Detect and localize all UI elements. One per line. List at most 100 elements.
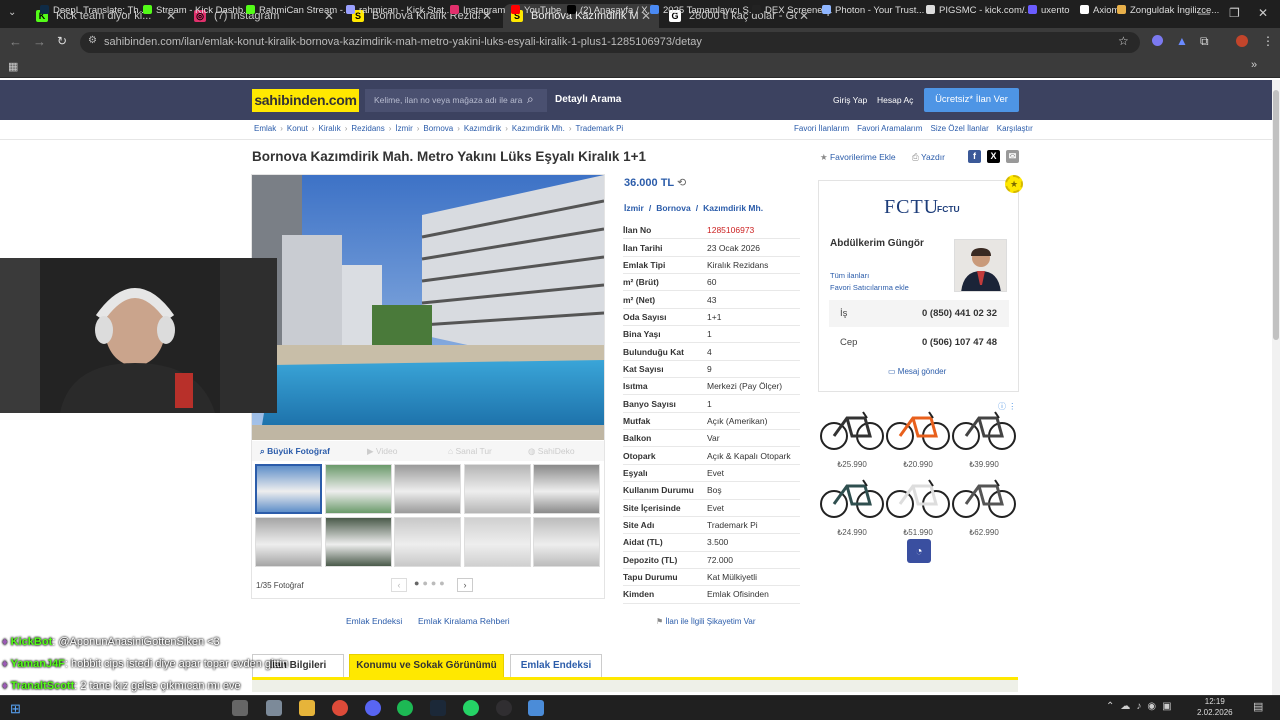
phone-number[interactable]: 0 (506) 107 47 48 xyxy=(922,337,997,348)
app-icon[interactable] xyxy=(528,700,544,716)
bookmark-item[interactable]: uxento xyxy=(1028,5,1070,16)
ad-bike-item[interactable]: ₺24.990 xyxy=(819,472,885,540)
breadcrumb-item[interactable]: Kiralık xyxy=(318,124,340,133)
search-icon[interactable]: ⌕ xyxy=(527,92,534,107)
breadcrumb-item[interactable]: Konut xyxy=(287,124,308,133)
location-district[interactable]: Bornova xyxy=(656,203,690,213)
apps-grid-icon[interactable]: ▦ xyxy=(8,60,18,73)
whatsapp-icon[interactable] xyxy=(463,700,479,716)
top-link[interactable]: Favori İlanlarım xyxy=(794,124,849,133)
breadcrumb-item[interactable]: Emlak xyxy=(254,124,276,133)
close-window-button[interactable]: ✕ xyxy=(1258,6,1268,20)
bookmark-star-icon[interactable]: ☆ xyxy=(1118,34,1129,48)
add-favorite-seller-link[interactable]: Favori Satıcılarıma ekle xyxy=(830,283,909,292)
gallery-thumbnail[interactable] xyxy=(394,464,461,514)
extension-2-icon[interactable]: ▲ xyxy=(1176,34,1188,48)
site-info-icon[interactable]: ⚙ xyxy=(88,35,97,46)
top-link[interactable]: Karşılaştır xyxy=(997,124,1033,133)
breadcrumb-item[interactable]: Trademark Pi xyxy=(575,124,623,133)
x-share-icon[interactable]: X xyxy=(987,150,1000,163)
tab-emlak-endeksi[interactable]: Emlak Endeksi xyxy=(510,654,602,678)
bookmark-item[interactable]: PIGSMC - kick.com/... xyxy=(926,5,1032,16)
bookmark-item[interactable]: Instagram xyxy=(450,5,505,16)
back-icon[interactable]: ← xyxy=(9,34,22,49)
send-message-link[interactable]: ▭ Mesaj gönder xyxy=(888,367,946,376)
obs-icon[interactable] xyxy=(496,700,512,716)
breadcrumb-item[interactable]: Bornova xyxy=(423,124,453,133)
register-link[interactable]: Hesap Aç xyxy=(877,95,913,105)
gallery-thumbnail[interactable] xyxy=(463,464,531,514)
tab-location[interactable]: Konumu ve Sokak Görünümü xyxy=(349,654,504,678)
task-view-icon[interactable] xyxy=(232,700,248,716)
gallery-thumbnail[interactable] xyxy=(324,517,392,567)
location-city[interactable]: İzmir xyxy=(624,203,644,213)
folder-icon[interactable] xyxy=(299,700,315,716)
bookmark-item[interactable]: RahmiCan Stream -... xyxy=(246,5,351,16)
gallery-thumbnail[interactable] xyxy=(533,517,600,567)
company-name[interactable]: FCTU xyxy=(937,204,960,214)
menu-kebab-icon[interactable]: ⋮ xyxy=(1262,34,1274,48)
location-neighborhood[interactable]: Kazımdirik Mh. xyxy=(703,203,763,213)
top-link[interactable]: Favori Aramalarım xyxy=(857,124,922,133)
bookmark-item[interactable]: 2025 Tamamlayıcı S... xyxy=(650,5,757,16)
bookmark-item[interactable]: DEX Screener xyxy=(752,5,826,16)
bookmark-item[interactable]: YouTube xyxy=(511,5,561,16)
video-button[interactable]: ▶ Video xyxy=(367,446,398,457)
bookmark-item[interactable]: Stream - Kick Dashb... xyxy=(143,5,251,16)
tab-search-icon[interactable]: ⌄ xyxy=(8,7,16,18)
forward-icon[interactable]: → xyxy=(33,34,46,49)
top-link[interactable]: Size Özel İlanlar xyxy=(930,124,988,133)
tray-icons[interactable]: ⌃☁♪◉▣ xyxy=(1106,701,1178,712)
bookmark-item[interactable]: Zonguldak İngilizce... xyxy=(1117,5,1219,16)
next-arrow-icon[interactable]: › xyxy=(457,578,473,592)
breadcrumb-item[interactable]: Kazımdirik xyxy=(464,124,501,133)
bookmark-item[interactable]: rahmican - Kick Stat... xyxy=(346,5,452,16)
login-link[interactable]: Giriş Yap xyxy=(833,95,867,105)
email-share-icon[interactable]: ✉ xyxy=(1006,150,1019,163)
url-field[interactable]: sahibinden.com/ilan/emlak-konut-kiralik-… xyxy=(80,32,1140,53)
print-link[interactable]: ⎙ Yazdır xyxy=(912,152,945,163)
breadcrumb-item[interactable]: Rezidans xyxy=(351,124,384,133)
scrollbar-thumb[interactable] xyxy=(1273,90,1279,340)
sahideko-button[interactable]: ◍ SahiDeko xyxy=(528,446,575,457)
add-favorite-link[interactable]: ★ Favorilerime Ekle xyxy=(820,152,896,163)
advertiser-logo[interactable]: ◔ xyxy=(907,539,931,563)
breadcrumb-item[interactable]: Kazımdirik Mh. xyxy=(512,124,565,133)
main-photo[interactable] xyxy=(252,175,604,440)
discord-icon[interactable] xyxy=(365,700,381,716)
notification-icon[interactable]: ▤ xyxy=(1253,700,1263,713)
gallery-thumbnail[interactable] xyxy=(255,517,322,567)
gallery-thumbnail[interactable] xyxy=(533,464,600,514)
bookmark-item[interactable]: (2) Anasayfa / X xyxy=(567,5,648,16)
emlak-endeksi-link[interactable]: Emlak Endeksi xyxy=(346,616,402,626)
phone-number[interactable]: 0 (850) 441 02 32 xyxy=(922,308,997,319)
rental-guide-link[interactable]: Emlak Kiralama Rehberi xyxy=(418,616,510,626)
extensions-puzzle-icon[interactable]: ⧉ xyxy=(1200,34,1209,49)
bookmark-item[interactable]: DeepL Translate: Th... xyxy=(40,5,146,16)
ad-bike-item[interactable]: ₺62.990 xyxy=(951,472,1017,540)
bookmarks-overflow-icon[interactable]: » xyxy=(1251,59,1257,71)
price-history-icon[interactable]: ⟲ xyxy=(677,177,686,189)
file-manager-icon[interactable] xyxy=(266,700,282,716)
prev-arrow-icon[interactable]: ‹ xyxy=(391,578,407,592)
gallery-thumbnail[interactable] xyxy=(463,517,531,567)
gallery-thumbnail[interactable] xyxy=(255,464,322,514)
complaint-link[interactable]: ⚑ İlan ile İlgili Şikayetim Var xyxy=(656,617,756,626)
steam-icon[interactable] xyxy=(430,700,446,716)
search-input[interactable]: Kelime, ilan no veya mağaza adı ile ara xyxy=(365,89,547,112)
extension-icon[interactable] xyxy=(1152,35,1163,46)
taskbar-clock[interactable]: 12:19 2.02.2026 xyxy=(1197,696,1233,718)
breadcrumb-item[interactable]: İzmir xyxy=(395,124,412,133)
big-photo-button[interactable]: ⌕ Büyük Fotoğraf xyxy=(260,446,330,457)
gallery-thumbnail[interactable] xyxy=(394,517,461,567)
map-preview[interactable] xyxy=(252,680,1018,692)
ad-bike-item[interactable]: ₺51.990 xyxy=(885,472,951,540)
gallery-thumbnail[interactable] xyxy=(324,464,392,514)
start-icon[interactable]: ⊞ xyxy=(10,701,21,717)
profile-avatar-icon[interactable] xyxy=(1236,35,1248,47)
site-logo[interactable]: sahibinden.com xyxy=(252,89,359,112)
detailed-search-link[interactable]: Detaylı Arama xyxy=(555,94,621,105)
post-ad-button[interactable]: Ücretsiz* İlan Ver xyxy=(924,88,1019,112)
maximize-button[interactable]: ❐ xyxy=(1229,6,1240,20)
all-listings-link[interactable]: Tüm ilanları xyxy=(830,271,869,280)
